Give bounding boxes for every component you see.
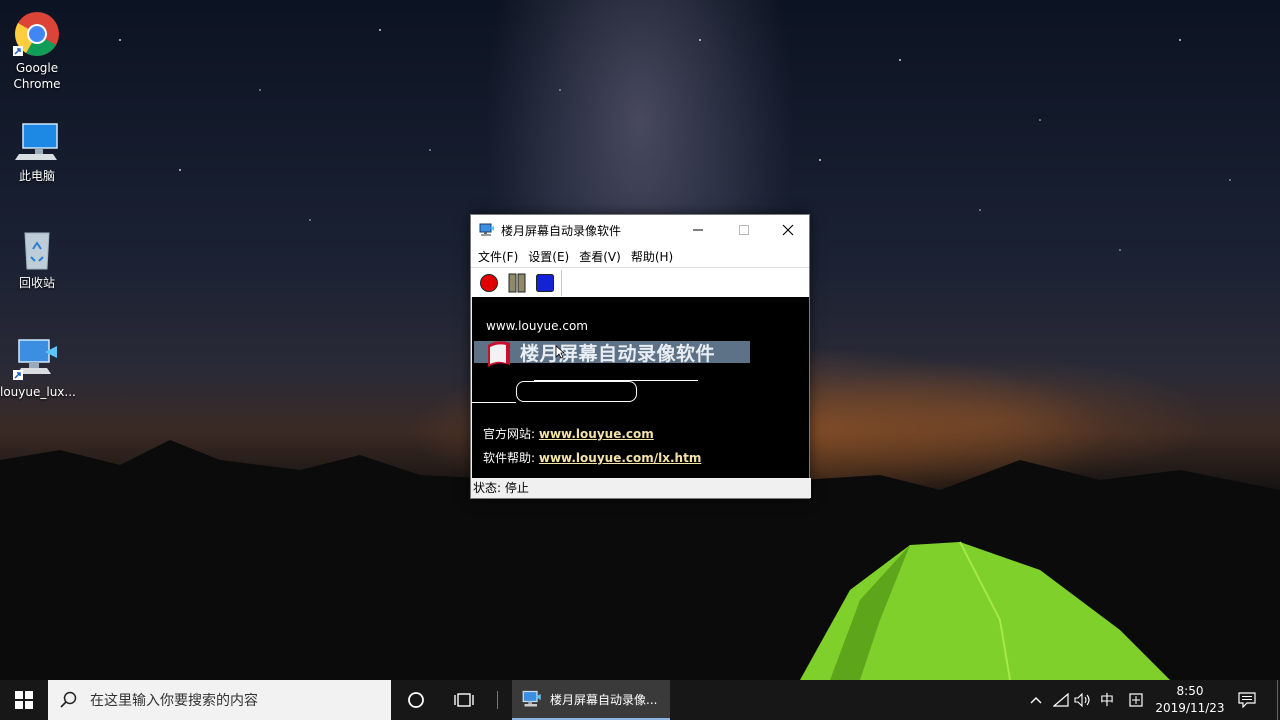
maximize-button[interactable] (721, 215, 767, 245)
top-url-text: www.louyue.com (486, 319, 588, 333)
menu-settings[interactable]: 设置(E) (523, 248, 574, 265)
volume-button[interactable] (1072, 680, 1094, 720)
chevron-up-icon (1030, 697, 1042, 704)
minimize-button[interactable] (675, 215, 721, 245)
desktop-icon-chrome[interactable]: Google Chrome (0, 4, 74, 92)
computer-icon (13, 118, 61, 166)
task-view-icon (454, 693, 474, 707)
title-bar[interactable]: 楼月屏幕自动录像软件 (471, 215, 809, 245)
stop-button[interactable] (535, 273, 555, 293)
speaker-icon (1074, 693, 1090, 707)
help-label: 软件帮助: (483, 451, 536, 465)
menu-help[interactable]: 帮助(H) (626, 248, 678, 265)
ime-label: 中 (1100, 693, 1114, 709)
show-desktop-button[interactable] (1274, 680, 1280, 720)
recycle-bin-icon (13, 225, 61, 273)
record-button[interactable] (479, 273, 499, 293)
clock-date: 2019/11/23 (1155, 701, 1225, 715)
cortana-circle-icon (408, 692, 424, 708)
system-clock[interactable]: 8:50 2019/11/23 (1150, 683, 1230, 717)
input-method-button[interactable]: 中 (1096, 680, 1118, 720)
pause-button[interactable] (507, 273, 527, 293)
desktop-icon-label: louyue_lux... (0, 385, 76, 399)
help-link[interactable]: www.louyue.com/lx.htm (539, 451, 701, 465)
taskbar-search-box[interactable]: 在这里输入你要搜索的内容 (48, 680, 391, 720)
desktop-icon-label: Google (15, 61, 59, 75)
network-icon (1053, 693, 1069, 707)
toolbar-separator (561, 270, 562, 296)
taskbar-app-louyue[interactable]: 楼月屏幕自动录像... (512, 680, 670, 720)
taskbar: 在这里输入你要搜索的内容 楼月屏幕自动录像... 中 8:50 2019/11/… (0, 680, 1280, 720)
notification-icon (1238, 692, 1256, 708)
record-icon (480, 274, 498, 292)
cursor-arrow-icon (555, 345, 565, 359)
ime-mode-icon (1129, 693, 1143, 707)
pause-icon (508, 273, 526, 293)
taskbar-separator (494, 680, 500, 720)
menu-bar: 文件(F) 设置(E) 查看(V) 帮助(H) (471, 245, 809, 267)
menu-view[interactable]: 查看(V) (574, 248, 626, 265)
louyue-app-icon (522, 690, 541, 707)
search-placeholder: 在这里输入你要搜索的内容 (90, 693, 258, 709)
desktop-icon-recycle-bin[interactable]: 回收站 (0, 219, 74, 291)
desktop-icon-louyue[interactable]: louyue_lux... (0, 328, 76, 400)
stop-icon (536, 274, 554, 292)
decorative-pill-outline (516, 381, 637, 402)
desktop-icon-label: 回收站 (18, 276, 55, 290)
search-icon (60, 691, 77, 708)
maximize-icon (739, 225, 749, 235)
minimize-icon (693, 229, 703, 231)
louyue-app-icon (13, 334, 61, 382)
taskbar-app-label: 楼月屏幕自动录像... (550, 692, 658, 707)
app-window: 楼月屏幕自动录像软件 文件(F) 设置(E) 查看(V) 帮助(H) www.l… (470, 214, 811, 499)
chrome-icon (13, 10, 61, 58)
show-hidden-icons-button[interactable] (1026, 680, 1046, 720)
cortana-button[interactable] (396, 680, 436, 720)
clock-time: 8:50 (1176, 684, 1204, 698)
desktop-icon-label: 此电脑 (18, 169, 55, 183)
official-site-row: 官方网站: www.louyue.com (483, 425, 654, 442)
network-button[interactable] (1050, 680, 1072, 720)
content-panel: www.louyue.com 楼月屏幕自动录像软件 官方网站: www.louy… (472, 297, 809, 478)
start-button[interactable] (0, 680, 48, 720)
windows-logo-icon (15, 691, 33, 709)
help-row: 软件帮助: www.louyue.com/lx.htm (483, 449, 701, 466)
decorative-line (472, 402, 516, 403)
close-icon (782, 224, 794, 236)
banner-title: 楼月屏幕自动录像软件 (520, 343, 716, 365)
close-button[interactable] (765, 215, 811, 245)
toolbar (471, 267, 809, 299)
status-bar: 状态: 停止 (471, 478, 811, 498)
book-logo-icon (488, 341, 510, 367)
menu-file[interactable]: 文件(F) (473, 248, 523, 265)
task-view-button[interactable] (444, 680, 484, 720)
desktop-icon-this-pc[interactable]: 此电脑 (0, 112, 74, 184)
app-icon (479, 223, 494, 236)
official-site-label: 官方网站: (483, 427, 536, 441)
window-title: 楼月屏幕自动录像软件 (501, 223, 622, 238)
official-site-link[interactable]: www.louyue.com (539, 427, 654, 441)
action-center-button[interactable] (1234, 680, 1260, 720)
ime-mode-button[interactable] (1124, 680, 1148, 720)
desktop-icon-label: Chrome (13, 77, 61, 91)
